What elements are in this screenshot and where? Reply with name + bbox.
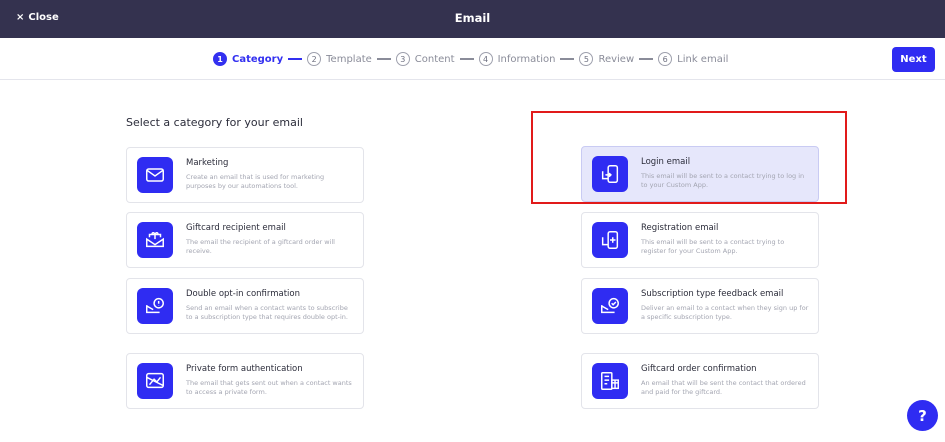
step-bar: 1 Category 2 Template 3 Content 4 Inform… (0, 38, 945, 80)
step-label: Information (497, 53, 556, 65)
card-description: The email the recipient of a giftcard or… (186, 238, 335, 255)
form-auth-icon (137, 363, 173, 399)
card-title: Subscription type feedback email (641, 289, 784, 299)
category-card-private-form[interactable]: Private form authentication The email th… (126, 353, 364, 409)
login-phone-icon (592, 156, 628, 192)
card-title: Double opt-in confirmation (186, 289, 300, 299)
card-description: The email that gets sent out when a cont… (186, 379, 352, 396)
page-title: Email (454, 11, 491, 25)
card-title: Giftcard recipient email (186, 223, 286, 233)
category-card-registration[interactable]: Registration email This email will be se… (581, 212, 819, 268)
step-label: Review (598, 53, 635, 65)
gift-envelope-icon (137, 222, 173, 258)
step-label: Category (232, 53, 284, 65)
category-card-subscription-feedback[interactable]: Subscription type feedback email Deliver… (581, 278, 819, 334)
step-connector (639, 58, 654, 60)
card-description: Deliver an email to a contact when they … (641, 304, 809, 321)
category-card-marketing[interactable]: Marketing Create an email that is used f… (126, 147, 364, 203)
step-label: Template (326, 53, 372, 65)
step-category[interactable]: 1 Category (213, 52, 283, 66)
stepper: 1 Category 2 Template 3 Content 4 Inform… (213, 51, 728, 67)
step-connector (560, 58, 575, 60)
card-title: Giftcard order confirmation (641, 364, 757, 374)
envelope-icon (137, 157, 173, 193)
section-heading: Select a category for your email (126, 116, 303, 129)
category-card-giftcard-order[interactable]: Giftcard order confirmation An email tha… (581, 353, 819, 409)
top-bar: × Close Email (0, 0, 945, 38)
category-card-double-optin[interactable]: Double opt-in confirmation Send an email… (126, 278, 364, 334)
step-link-email[interactable]: 6 Link email (658, 52, 728, 66)
step-connector (288, 58, 303, 60)
card-description: Send an email when a contact wants to su… (186, 304, 348, 321)
order-receipt-icon (592, 363, 628, 399)
step-number: 4 (478, 52, 493, 66)
step-content[interactable]: 3 Content (395, 52, 455, 66)
card-description: This email will be sent to a contact try… (641, 172, 805, 189)
card-title: Marketing (186, 158, 229, 168)
step-connector (376, 58, 391, 60)
card-title: Private form authentication (186, 364, 303, 374)
category-card-login[interactable]: Login email This email will be sent to a… (581, 146, 819, 202)
step-number: 5 (579, 52, 594, 66)
step-label: Content (414, 53, 455, 65)
card-title: Login email (641, 157, 691, 167)
card-description: Create an email that is used for marketi… (186, 173, 325, 190)
card-description: This email will be sent to a contact try… (641, 238, 785, 255)
registration-phone-icon (592, 222, 628, 258)
step-number: 2 (307, 52, 322, 66)
step-label: Link email (677, 53, 729, 65)
step-review[interactable]: 5 Review (579, 52, 634, 66)
card-description: An email that will be sent the contact t… (641, 379, 806, 396)
card-title: Registration email (641, 223, 719, 233)
check-envelope-icon (592, 288, 628, 324)
step-connector (459, 58, 474, 60)
step-number: 1 (213, 52, 227, 66)
next-button[interactable]: Next (892, 47, 935, 72)
step-information[interactable]: 4 Information (478, 52, 556, 66)
step-number: 3 (395, 52, 410, 66)
alert-envelope-icon (137, 288, 173, 324)
step-number: 6 (658, 52, 673, 66)
category-card-giftcard-recipient[interactable]: Giftcard recipient email The email the r… (126, 212, 364, 268)
help-button[interactable]: ? (907, 400, 938, 431)
step-template[interactable]: 2 Template (307, 52, 372, 66)
